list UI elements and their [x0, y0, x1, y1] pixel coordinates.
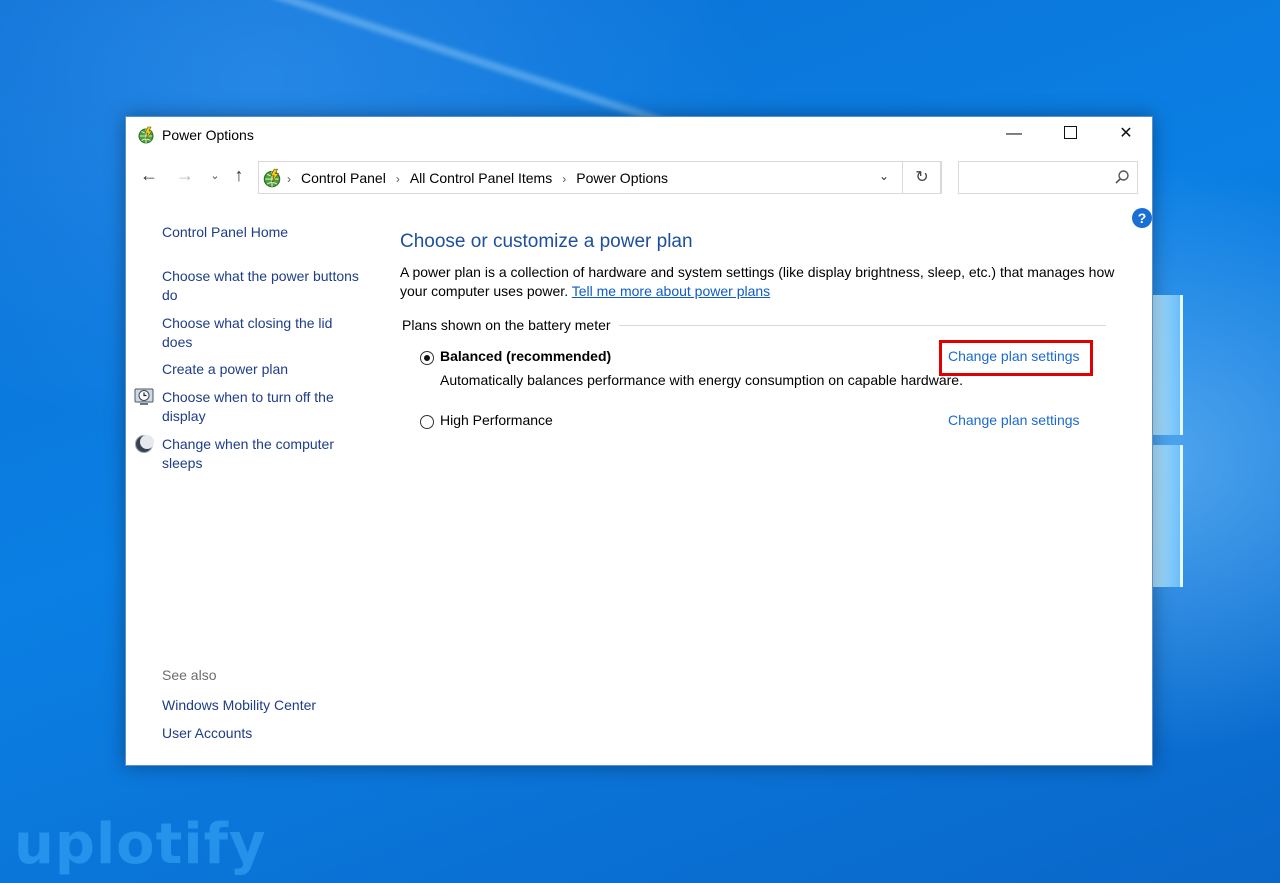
- breadcrumb-separator[interactable]: ›: [396, 172, 400, 186]
- window-title: Power Options: [162, 127, 254, 143]
- power-options-icon: [263, 168, 281, 188]
- up-button[interactable]: ↑: [228, 165, 250, 186]
- radio-high-performance[interactable]: [420, 415, 434, 429]
- moon-sleep-icon: [135, 435, 154, 453]
- address-bar[interactable]: › Control Panel › All Control Panel Items › P…: [258, 161, 941, 194]
- power-options-icon: [138, 126, 154, 144]
- sidebar: Control Panel Home Choose what the power…: [126, 217, 376, 757]
- radio-balanced[interactable]: [420, 351, 434, 365]
- address-dropdown-button[interactable]: ⌄: [879, 169, 889, 183]
- plan-high-performance-name[interactable]: High Performance: [440, 412, 553, 428]
- back-button[interactable]: ←: [138, 165, 160, 186]
- minimize-button[interactable]: —: [986, 117, 1042, 151]
- breadcrumb-control-panel[interactable]: Control Panel: [301, 170, 386, 186]
- sidebar-power-buttons-link[interactable]: Choose what the power buttons do: [162, 267, 362, 305]
- breadcrumb-separator: ›: [287, 172, 291, 186]
- recent-locations-button[interactable]: ⌄: [204, 169, 226, 182]
- sidebar-control-panel-home[interactable]: Control Panel Home: [162, 223, 362, 242]
- navigation-bar: ← → ⌄ ↑ › Control Panel › All Control Panel…: [126, 157, 1152, 197]
- maximize-icon: [1063, 125, 1077, 139]
- breadcrumb: › Control Panel › All Control Panel Items › P…: [287, 170, 668, 186]
- page-title: Choose or customize a power plan: [400, 231, 693, 252]
- breadcrumb-separator[interactable]: ›: [562, 172, 566, 186]
- power-options-window: Power Options — ✕ ← → ⌄ ↑ › Control Panel…: [125, 116, 1153, 766]
- plan-balanced-name[interactable]: Balanced (recommended): [440, 348, 611, 364]
- sidebar-display-off-link[interactable]: Choose when to turn off the display: [162, 388, 362, 426]
- search-icon[interactable]: [1114, 169, 1130, 185]
- monitor-clock-icon: [134, 388, 154, 405]
- help-button[interactable]: ?: [1132, 208, 1152, 228]
- radio-selected-dot: [424, 355, 430, 361]
- refresh-button[interactable]: ↻: [902, 161, 942, 194]
- breadcrumb-power-options[interactable]: Power Options: [576, 170, 668, 186]
- sidebar-user-accounts-link[interactable]: User Accounts: [162, 724, 362, 743]
- highlight-box: [939, 340, 1093, 376]
- learn-more-link[interactable]: Tell me more about power plans: [572, 283, 770, 299]
- page-description: A power plan is a collection of hardware…: [400, 263, 1120, 301]
- sidebar-closing-lid-link[interactable]: Choose what closing the lid does: [162, 314, 362, 352]
- sidebar-mobility-center-link[interactable]: Windows Mobility Center: [162, 696, 362, 715]
- sidebar-create-plan-link[interactable]: Create a power plan: [162, 360, 362, 379]
- windows-logo: [1150, 295, 1190, 595]
- search-input[interactable]: [958, 161, 1138, 194]
- change-plan-settings-high-performance-link[interactable]: Change plan settings: [948, 412, 1080, 428]
- see-also-label: See also: [162, 667, 217, 683]
- close-button[interactable]: ✕: [1098, 117, 1154, 151]
- plan-balanced-description: Automatically balances performance with …: [440, 372, 963, 388]
- forward-button[interactable]: →: [174, 165, 196, 186]
- maximize-button[interactable]: [1042, 117, 1098, 151]
- plans-group-label: Plans shown on the battery meter: [402, 317, 619, 333]
- title-bar[interactable]: Power Options — ✕: [126, 117, 1152, 153]
- sidebar-sleep-link[interactable]: Change when the computer sleeps: [162, 435, 362, 473]
- breadcrumb-all-items[interactable]: All Control Panel Items: [410, 170, 552, 186]
- watermark: uplotify: [14, 812, 267, 877]
